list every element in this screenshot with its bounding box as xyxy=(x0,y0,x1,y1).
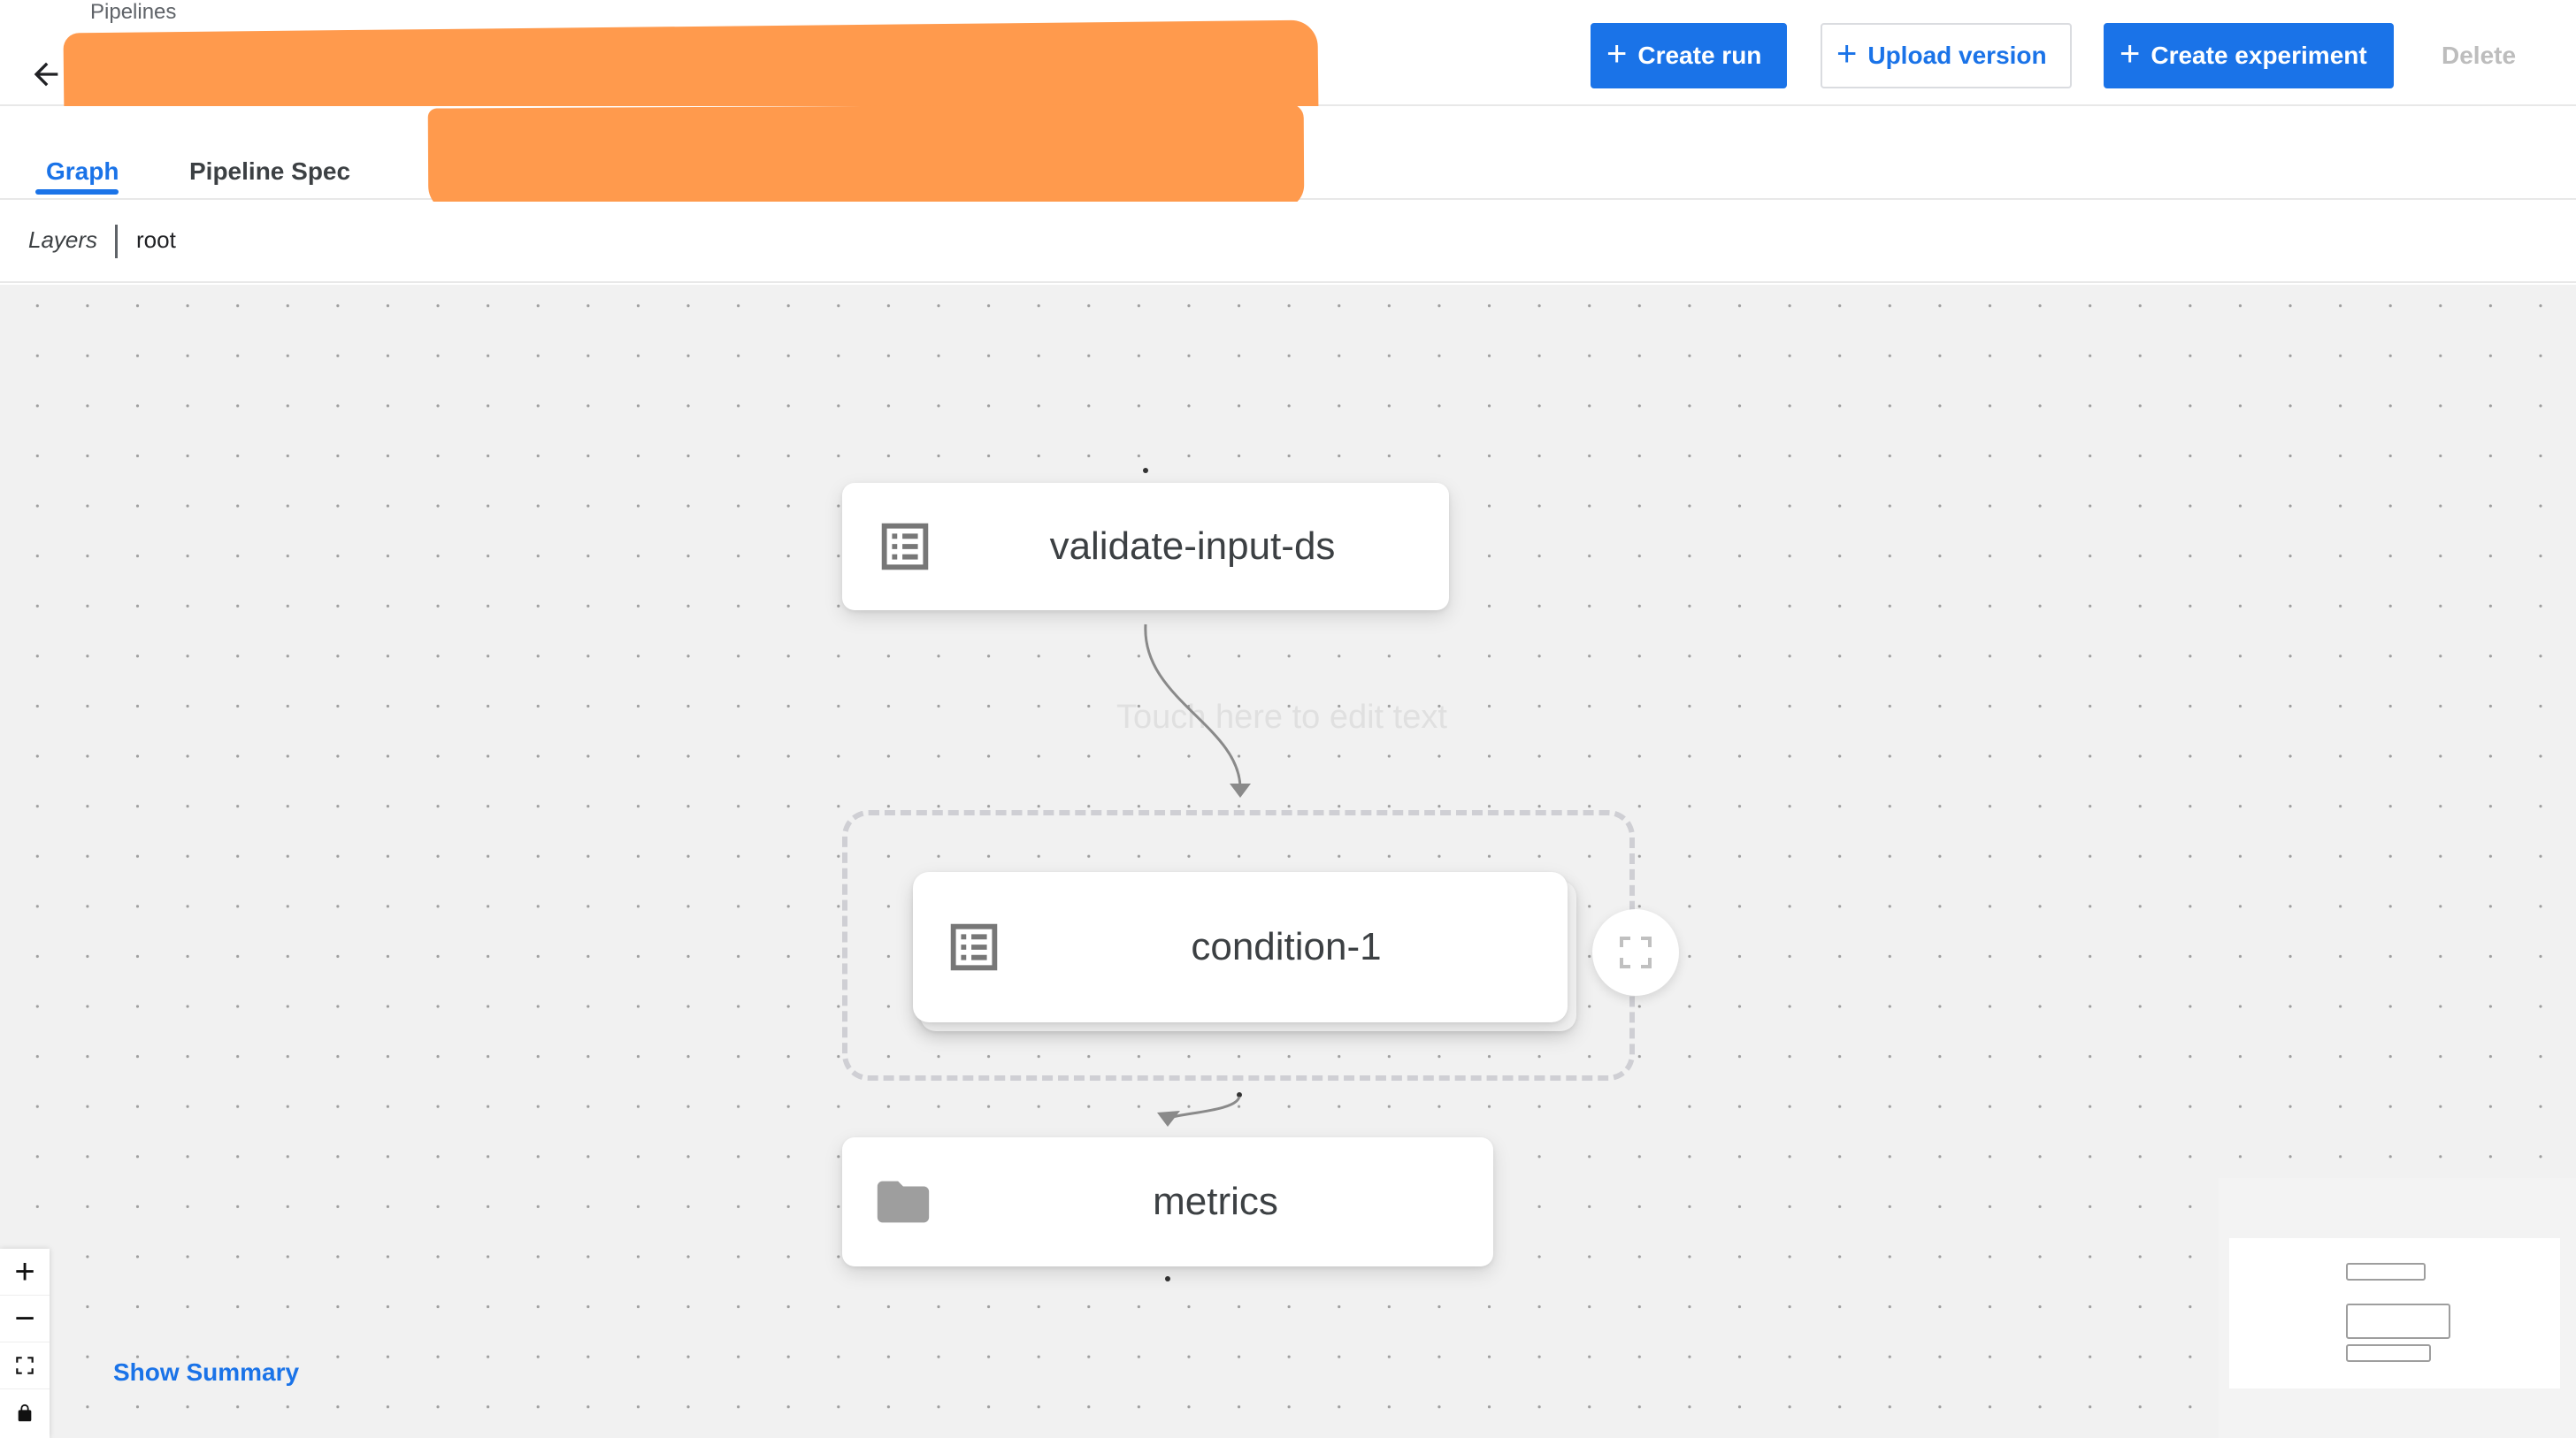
node-label: metrics xyxy=(1153,1180,1278,1223)
node-label: validate-input-ds xyxy=(1049,524,1336,568)
upload-version-label: Upload version xyxy=(1867,42,2047,69)
plus-icon: + xyxy=(2120,34,2141,73)
tab-pipeline-spec[interactable]: Pipeline Spec xyxy=(189,157,350,186)
minimap-node xyxy=(2346,1344,2431,1362)
list-icon xyxy=(950,923,998,971)
fullscreen-icon xyxy=(1620,937,1652,968)
back-button[interactable] xyxy=(25,53,67,96)
fit-view-button[interactable] xyxy=(0,1342,50,1389)
node-validate-input-ds[interactable]: validate-input-ds xyxy=(842,483,1449,610)
page-header: Pipelines + Create run + Upload version … xyxy=(0,0,2576,129)
redacted-region xyxy=(427,103,1305,213)
minimap[interactable] xyxy=(2219,1178,2576,1438)
layers-label: Layers xyxy=(28,226,98,253)
zoom-in-button[interactable]: + xyxy=(0,1249,50,1296)
layers-divider xyxy=(115,225,118,258)
fit-view-icon xyxy=(16,1357,34,1374)
folder-icon xyxy=(877,1181,930,1223)
tab-graph[interactable]: Graph xyxy=(46,157,119,186)
arrow-back-icon xyxy=(34,62,58,87)
expand-group-button[interactable] xyxy=(1592,909,1679,996)
show-summary-link[interactable]: Show Summary xyxy=(113,1358,299,1387)
layer-root[interactable]: root xyxy=(136,226,176,254)
active-tab-indicator xyxy=(35,189,119,195)
delete-button[interactable]: Delete xyxy=(2442,23,2516,88)
breadcrumb[interactable]: Pipelines xyxy=(90,0,176,25)
list-icon xyxy=(881,523,929,570)
zoom-out-button[interactable]: − xyxy=(0,1296,50,1342)
create-run-label: Create run xyxy=(1637,42,1762,69)
create-experiment-label: Create experiment xyxy=(2150,42,2367,69)
create-experiment-button[interactable]: + Create experiment xyxy=(2104,23,2394,88)
minimap-node xyxy=(2346,1263,2426,1281)
lock-button[interactable] xyxy=(0,1389,50,1436)
edit-text-hint: Touch here to edit text xyxy=(1116,699,1447,736)
minimap-viewport[interactable] xyxy=(2229,1238,2560,1388)
canvas-controls: + − xyxy=(0,1249,50,1438)
node-condition-1[interactable]: condition-1 xyxy=(913,872,1568,1022)
node-metrics[interactable]: metrics xyxy=(842,1137,1493,1266)
plus-icon: + xyxy=(1836,34,1858,73)
minimap-node xyxy=(2346,1304,2450,1339)
layers-bar xyxy=(0,202,2576,283)
node-label: condition-1 xyxy=(1191,925,1382,968)
plus-icon: + xyxy=(1606,34,1628,73)
upload-version-button[interactable]: + Upload version xyxy=(1821,23,2072,88)
create-run-button[interactable]: + Create run xyxy=(1591,23,1787,88)
lock-icon xyxy=(18,1404,32,1421)
